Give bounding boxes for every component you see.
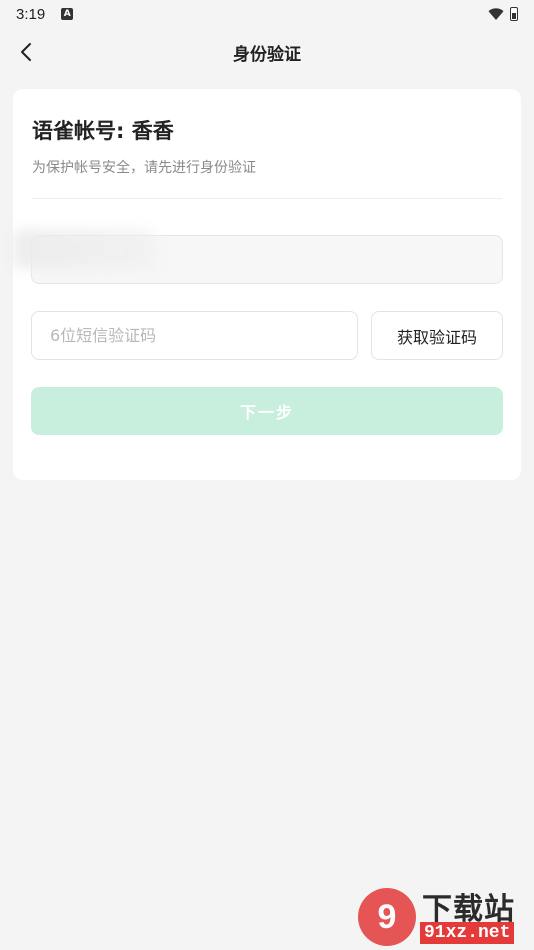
divider — [32, 198, 502, 199]
watermark-domain: 91xz.net — [420, 922, 515, 944]
battery-icon — [510, 7, 518, 21]
get-code-button[interactable]: 获取验证码 — [371, 311, 503, 360]
sms-code-input[interactable] — [31, 311, 358, 360]
page-title: 身份验证 — [233, 44, 301, 65]
status-icons — [488, 7, 518, 21]
redacted-phone-number — [13, 229, 155, 269]
account-name: 语雀帐号: 香香 — [32, 119, 174, 143]
app-bar: 身份验证 — [0, 28, 534, 76]
site-watermark: 9 下载站 91xz.net — [358, 884, 530, 948]
next-step-button[interactable]: 下一步 — [31, 387, 503, 435]
watermark-logo: 9 — [358, 888, 416, 946]
wifi-icon — [488, 7, 504, 20]
verification-card: 语雀帐号: 香香 为保护帐号安全，请先进行身份验证 获取验证码 下一步 — [13, 89, 521, 480]
status-bar: 3:19 A — [0, 0, 534, 28]
verification-hint: 为保护帐号安全，请先进行身份验证 — [32, 160, 256, 176]
notification-app-icon: A — [61, 8, 74, 20]
status-time: 3:19 — [16, 5, 46, 23]
chevron-left-icon — [21, 43, 31, 61]
back-button[interactable] — [10, 36, 42, 68]
